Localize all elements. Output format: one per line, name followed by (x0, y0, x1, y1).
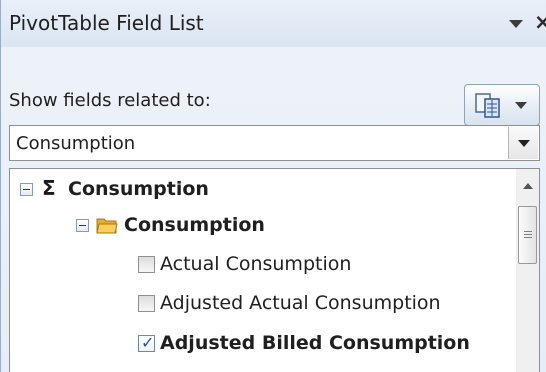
tree-scrollbar[interactable] (516, 169, 539, 372)
close-icon[interactable]: × (534, 10, 546, 34)
grip-line (524, 234, 532, 235)
grip-line (524, 237, 532, 238)
checkmark-icon: ✓ (141, 333, 155, 352)
field-label: Actual Consumption (160, 253, 352, 275)
tree-folder-label: Consumption (124, 214, 265, 236)
select-dropdown-button[interactable] (508, 127, 538, 159)
field-tree: Σ Consumption Consumption Actual Consump… (9, 168, 540, 372)
tree-group-row[interactable]: Σ Consumption (10, 173, 510, 205)
field-layout-icon (475, 93, 500, 118)
tree-folder-row[interactable]: Consumption (10, 209, 510, 241)
chevron-down-icon (518, 140, 530, 147)
tree-group-label: Consumption (68, 178, 209, 200)
field-row[interactable]: Actual Consumption (10, 248, 510, 280)
field-label: Adjusted Billed Consumption (160, 332, 470, 354)
field-checkbox[interactable] (138, 295, 155, 312)
field-checkbox-checked[interactable]: ✓ (138, 333, 155, 352)
show-fields-label: Show fields related to: (9, 90, 211, 111)
collapse-icon[interactable] (76, 219, 89, 232)
field-layout-button[interactable] (464, 84, 540, 126)
related-fields-value: Consumption (16, 133, 136, 154)
sigma-icon: Σ (42, 176, 56, 200)
scroll-up-icon[interactable] (523, 183, 533, 189)
panel-title-bar: PivotTable Field List × (1, 0, 546, 47)
related-fields-select[interactable]: Consumption (9, 125, 540, 161)
dropdown-arrow-icon[interactable] (509, 20, 523, 28)
field-checkbox[interactable] (138, 256, 155, 273)
field-label: Adjusted Actual Consumption (160, 292, 441, 314)
folder-icon (96, 218, 118, 234)
scroll-thumb[interactable] (518, 206, 537, 264)
chevron-down-icon (515, 102, 527, 109)
panel-title: PivotTable Field List (9, 11, 204, 35)
collapse-icon[interactable] (20, 183, 33, 196)
field-row[interactable]: ✓ Adjusted Billed Consumption (10, 327, 510, 359)
field-row[interactable]: Adjusted Actual Consumption (10, 287, 510, 319)
grip-line (524, 231, 532, 232)
pivottable-field-list-panel: PivotTable Field List × Show fields rela… (0, 0, 546, 372)
